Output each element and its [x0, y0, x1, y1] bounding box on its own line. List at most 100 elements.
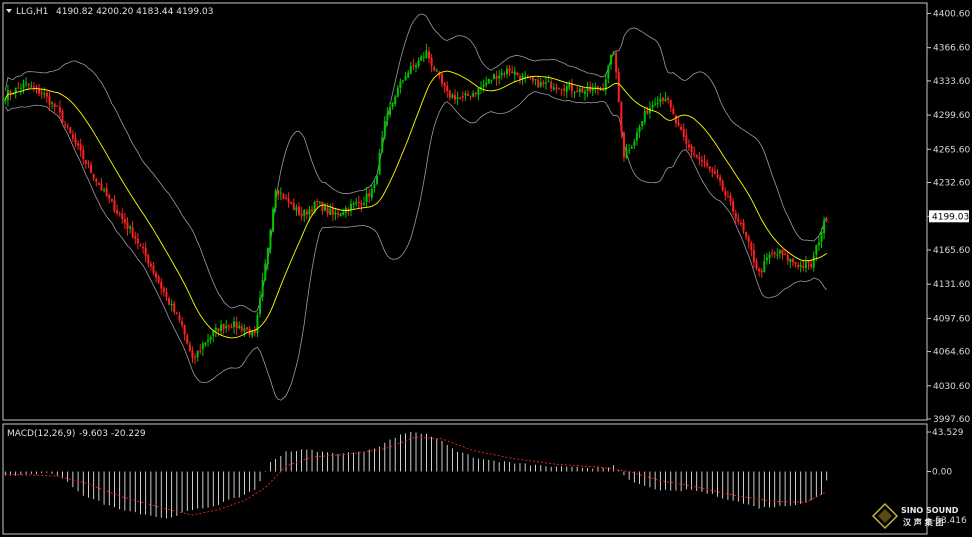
- candle-body: [22, 83, 25, 89]
- candle-body: [672, 108, 675, 115]
- candle-body: [505, 68, 508, 75]
- candle-body: [113, 200, 116, 212]
- candle-body: [82, 149, 85, 159]
- candle-body: [706, 162, 709, 166]
- candle-body: [337, 213, 340, 215]
- candle-body: [578, 88, 581, 92]
- candle-body: [490, 79, 493, 81]
- chart-canvas[interactable]: 4400.60 4366.60 4333.60 4299.60 4265.60 4232.…: [0, 0, 972, 537]
- price-tick-label: 4030.60: [933, 382, 970, 392]
- candle-body: [394, 96, 397, 105]
- candle-body: [396, 87, 399, 98]
- candle-body: [389, 107, 392, 115]
- candle-body: [220, 324, 223, 332]
- candle-body: [622, 132, 625, 158]
- candle-body: [142, 246, 145, 249]
- candle-body: [9, 90, 12, 94]
- candle-body: [105, 188, 108, 197]
- price-tick-label: 4064.60: [933, 348, 970, 358]
- candle-body: [110, 198, 113, 202]
- candle-body: [433, 67, 436, 71]
- candle-body: [469, 95, 472, 97]
- candle-body: [246, 327, 249, 330]
- candle-body: [630, 147, 633, 149]
- candle-body: [402, 80, 405, 82]
- candle-body: [274, 190, 277, 209]
- candle-body: [703, 161, 706, 163]
- candle-body: [194, 356, 197, 358]
- price-tick-label: 4299.60: [933, 111, 970, 121]
- candle-body: [565, 86, 568, 92]
- candle-body: [752, 249, 755, 262]
- symbol-dropdown-icon[interactable]: [6, 9, 12, 13]
- candle-body: [547, 81, 550, 83]
- candle-body: [651, 104, 654, 108]
- candle-body: [573, 91, 576, 93]
- candle-body: [500, 72, 503, 76]
- candle-body: [381, 137, 384, 153]
- candle-body: [186, 335, 189, 344]
- candle-body: [321, 201, 324, 212]
- candle-body: [768, 254, 771, 259]
- candle-body: [620, 102, 623, 132]
- candle-body: [422, 56, 425, 58]
- candle-body: [773, 252, 776, 255]
- bollinger-upper-band: [4, 13, 828, 313]
- candle-body: [802, 265, 805, 268]
- candle-body: [134, 236, 137, 239]
- candle-body: [240, 326, 243, 331]
- candle-body: [713, 171, 716, 174]
- candle-body: [511, 71, 514, 74]
- candle-body: [30, 85, 33, 87]
- candle-body: [181, 321, 184, 325]
- candle-body: [557, 88, 560, 90]
- candle-body: [513, 71, 516, 75]
- macd-panel-frame: [2, 423, 928, 535]
- candle-body: [628, 150, 631, 152]
- candle-body: [282, 194, 285, 200]
- logo-diamond-inner-icon: [878, 509, 892, 523]
- candle-body: [695, 154, 698, 157]
- candle-body: [589, 86, 592, 92]
- candle-body: [700, 159, 703, 162]
- candle-body: [786, 255, 789, 261]
- candle-body: [79, 144, 82, 151]
- candle-body: [477, 88, 480, 95]
- candle-body: [708, 166, 711, 170]
- candle-body: [152, 265, 155, 273]
- candle-body: [656, 102, 659, 104]
- candle-body: [635, 132, 638, 141]
- candle-body: [734, 212, 737, 219]
- candle-body: [487, 78, 490, 84]
- candle-body: [373, 183, 376, 189]
- candle-body: [305, 211, 308, 215]
- candle-body: [817, 242, 820, 246]
- candle-body: [542, 82, 545, 84]
- candle-body: [531, 77, 534, 81]
- candle-body: [227, 325, 230, 327]
- price-series-layer: [4, 13, 828, 401]
- candle-body: [568, 84, 571, 88]
- candle-body: [264, 263, 267, 281]
- candle-body: [370, 188, 373, 198]
- candle-body: [43, 93, 46, 95]
- candle-body: [334, 212, 337, 215]
- candle-body: [664, 98, 667, 101]
- candle-body: [188, 344, 191, 351]
- candle-body: [404, 76, 407, 81]
- candle-body: [625, 150, 628, 158]
- candle-body: [448, 90, 451, 98]
- candle-body: [612, 52, 615, 56]
- candle-body: [544, 82, 547, 84]
- price-tick-label: 4333.60: [933, 77, 970, 87]
- candle-body: [25, 82, 28, 84]
- candle-body: [256, 315, 259, 333]
- candle-body: [472, 92, 475, 97]
- candle-body: [550, 81, 553, 89]
- candle-body: [750, 242, 753, 251]
- candle-body: [425, 50, 428, 59]
- price-tick-label: 4265.60: [933, 145, 970, 155]
- candle-body: [687, 144, 690, 148]
- candle-body: [654, 103, 657, 105]
- candle-body: [789, 259, 792, 263]
